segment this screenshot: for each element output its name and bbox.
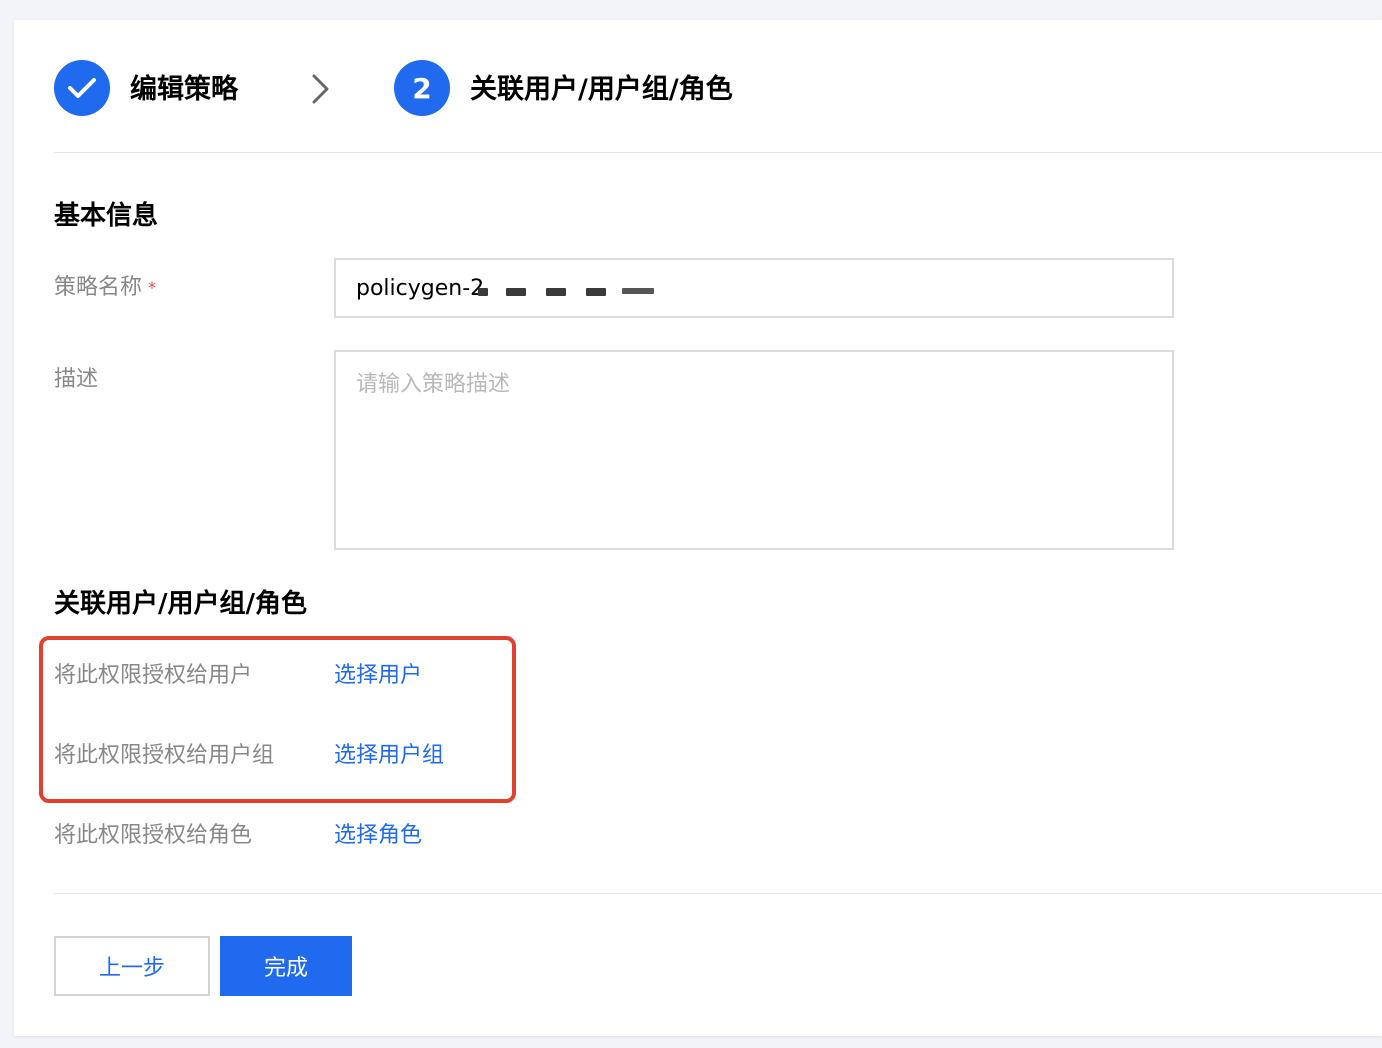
chevron-right-icon (312, 74, 329, 104)
step-2-label: 关联用户/用户组/角色 (470, 74, 733, 105)
step-1-label: 编辑策略 (130, 74, 238, 105)
step-2-number: 2 (394, 60, 450, 116)
redaction-mask (622, 288, 654, 294)
check-icon (68, 78, 96, 98)
redaction-mask (506, 288, 526, 296)
highlight-annotation (39, 636, 516, 803)
finish-button[interactable]: 完成 (220, 936, 352, 996)
steps-divider (54, 152, 1382, 153)
required-mark: * (148, 278, 157, 297)
basic-info-title: 基本信息 (54, 201, 159, 231)
prev-step-button[interactable]: 上一步 (54, 936, 210, 996)
footer-divider (54, 893, 1382, 894)
association-title: 关联用户/用户组/角色 (54, 589, 307, 619)
redaction-mask (478, 288, 488, 296)
grant-role-label: 将此权限授权给角色 (54, 823, 253, 848)
step-1-check-icon (54, 60, 110, 116)
description-textarea[interactable] (334, 350, 1174, 550)
redaction-mask (546, 288, 566, 296)
policy-name-label-text: 策略名称 (54, 275, 143, 300)
policy-name-label: 策略名称 * (54, 272, 156, 304)
step-2-number-text: 2 (412, 71, 432, 105)
description-label: 描述 (54, 367, 99, 392)
select-role-link[interactable]: 选择角色 (334, 820, 422, 852)
redaction-mask (586, 288, 606, 296)
policy-name-input[interactable] (334, 258, 1174, 318)
